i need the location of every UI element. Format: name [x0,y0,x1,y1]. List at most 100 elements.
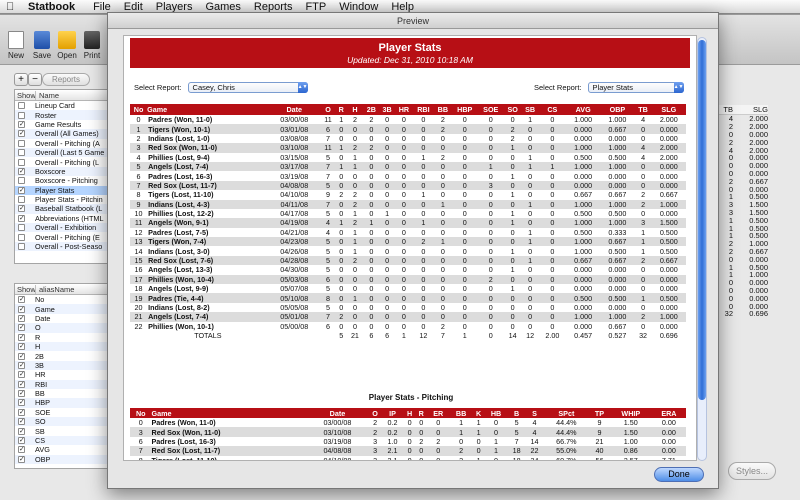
list-item[interactable]: ✓ Abbreviations (HTML [15,214,109,223]
show-checkbox[interactable] [18,111,25,119]
show-checkbox[interactable]: ✓ [18,120,25,128]
list-item[interactable]: ✓ OBP [15,454,109,465]
show-checkbox[interactable]: ✓ [18,324,25,332]
show-checkbox[interactable]: ✓ [18,333,25,341]
show-checkbox[interactable]: ✓ [18,390,25,398]
show-checkbox[interactable]: ✓ [18,371,25,379]
show-checkbox[interactable]: ✓ [18,305,25,313]
list-item[interactable]: ✓ Boxscore [15,166,109,177]
open-button[interactable]: Open [55,31,79,60]
show-checkbox[interactable] [18,243,25,251]
list-item[interactable]: ✓ Baseball Statbook (L [15,204,109,214]
show-column-header[interactable]: Show [15,285,36,294]
show-checkbox[interactable]: ✓ [18,455,25,463]
list-item[interactable]: ✓ SOE [15,408,109,417]
show-checkbox[interactable]: ✓ [18,437,25,445]
show-checkbox[interactable] [18,149,25,157]
list-item[interactable]: Lineup Card [15,101,109,110]
alias-name-column-header[interactable]: aliasName [35,284,109,294]
show-checkbox[interactable]: ✓ [18,399,25,407]
show-checkbox[interactable]: ✓ [18,408,25,416]
list-item[interactable]: ✓ 2B [15,351,109,361]
show-checkbox[interactable] [18,102,25,110]
show-checkbox[interactable]: ✓ [18,418,25,426]
column-header: SB [521,104,539,115]
list-item[interactable]: Overall - Post-Seaso [15,241,109,252]
show-checkbox[interactable]: ✓ [18,167,25,175]
list-item[interactable]: Overall - Exhibition [15,223,109,233]
vertical-scrollbar[interactable] [697,37,707,461]
list-item[interactable]: ✓ RBI [15,379,109,389]
show-checkbox[interactable]: ✓ [18,296,25,304]
list-item[interactable]: ✓ Game [15,304,109,314]
scroll-thumb[interactable] [698,40,706,400]
show-checkbox[interactable]: ✓ [18,427,25,435]
list-item[interactable]: ✓ Overall (All Games) [15,129,109,139]
remove-button[interactable]: − [28,73,42,86]
list-item[interactable]: ✓ Player Stats [15,185,109,195]
new-button[interactable]: New [4,31,28,60]
menu-edit[interactable]: Edit [124,1,143,13]
menu-app-name[interactable]: Statbook [28,1,75,13]
list-item[interactable]: ✓ H [15,341,109,352]
styles-button[interactable]: Styles... [728,462,776,480]
show-checkbox[interactable] [18,177,25,185]
show-column-header[interactable]: Show [15,91,36,100]
done-button[interactable]: Done [654,467,704,482]
show-checkbox[interactable]: ✓ [18,352,25,360]
menu-players[interactable]: Players [156,1,193,13]
show-checkbox[interactable]: ✓ [18,446,25,454]
show-checkbox[interactable]: ✓ [18,380,25,388]
list-item[interactable]: Player Stats - Pitchin [15,195,109,204]
reports-button[interactable]: Reports [42,73,90,86]
apple-menu-icon[interactable]:  [6,1,22,13]
show-checkbox[interactable] [18,158,25,166]
list-item[interactable]: ✓ HR [15,370,109,379]
show-checkbox[interactable]: ✓ [18,130,25,138]
menu-help[interactable]: Help [391,1,414,13]
menu-reports[interactable]: Reports [254,1,293,13]
list-item[interactable]: ✓ CS [15,435,109,446]
list-item[interactable]: ✓ SB [15,426,109,436]
name-column-header[interactable]: Name [35,90,109,100]
show-checkbox[interactable]: ✓ [18,314,25,322]
list-item[interactable]: ✓ R [15,333,109,342]
list-item[interactable]: Overall - Pitching (A [15,139,109,148]
show-checkbox[interactable] [18,139,25,147]
menu-ftp[interactable]: FTP [305,1,326,13]
show-checkbox[interactable]: ✓ [18,343,25,351]
list-item[interactable]: Overall - Pitching (L [15,157,109,167]
list-item[interactable]: ✓ BB [15,389,109,398]
table-cell: 2 [336,312,347,322]
show-checkbox[interactable]: ✓ [18,361,25,369]
show-checkbox[interactable] [18,196,25,204]
list-item[interactable]: ✓ Date [15,314,109,323]
menu-file[interactable]: File [93,1,111,13]
show-checkbox[interactable]: ✓ [18,186,25,194]
report-select[interactable]: Player Stats ▲▼ [587,82,684,93]
menu-games[interactable]: Games [205,1,240,13]
show-checkbox[interactable] [18,224,25,232]
table-cell: 1 [346,237,364,247]
add-button[interactable]: + [14,73,28,86]
list-item[interactable]: ✓ O [15,323,109,333]
player-select[interactable]: Casey, Chris ▲▼ [187,82,308,93]
list-item[interactable]: ✓ HBP [15,398,109,408]
show-checkbox[interactable]: ✓ [18,214,25,222]
menu-window[interactable]: Window [339,1,378,13]
print-button[interactable]: Print [80,31,104,60]
alias-table[interactable]: Show aliasName ✓ No ✓ Game ✓ Date ✓ O ✓ R ✓ H ✓ 2B ✓ 3B… [14,283,110,469]
list-item[interactable]: ✓ Game Results [15,120,109,129]
list-item[interactable]: ✓ AVG [15,445,109,454]
show-checkbox[interactable]: ✓ [18,205,25,213]
list-item[interactable]: Boxscore - Pitching [15,176,109,185]
reports-table[interactable]: Show Name Lineup Card Roster ✓ Game Results… [14,89,110,264]
list-item[interactable]: Overall - Pitching (E [15,232,109,242]
list-item[interactable]: Overall (Last 5 Game [15,147,109,158]
list-item[interactable]: Roster [15,110,109,120]
save-button[interactable]: Save [30,31,54,60]
list-item[interactable]: ✓ No [15,295,109,304]
show-checkbox[interactable] [18,233,25,241]
list-item[interactable]: ✓ 3B [15,360,109,371]
list-item[interactable]: ✓ SO [15,417,109,427]
